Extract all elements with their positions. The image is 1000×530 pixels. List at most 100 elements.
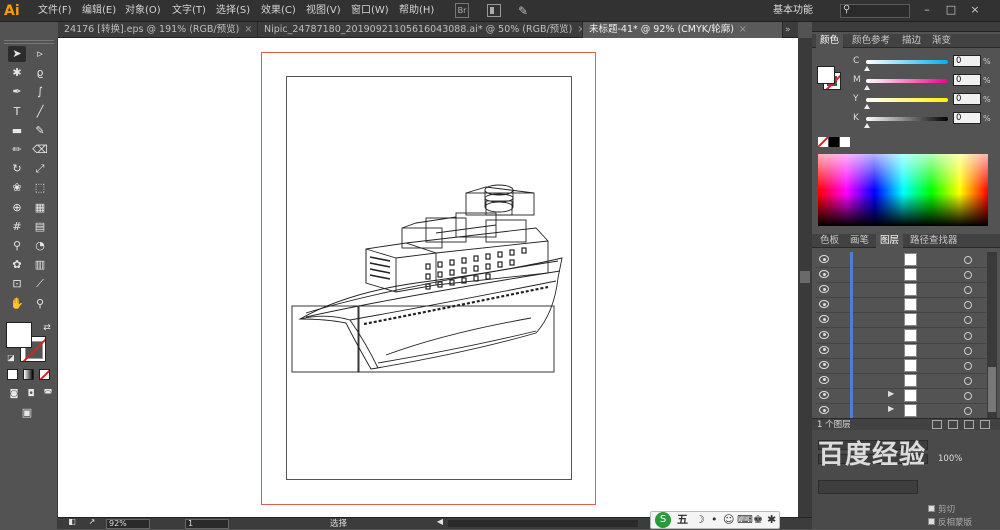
- ime-moon-icon[interactable]: ☽: [695, 512, 705, 528]
- arrange-documents-icon[interactable]: [487, 4, 501, 17]
- menu-effect[interactable]: 效果(C): [261, 0, 296, 22]
- target-circle-icon[interactable]: [964, 346, 972, 355]
- yellow-slider[interactable]: [866, 98, 948, 102]
- layer-row[interactable]: [816, 282, 986, 299]
- cyan-slider[interactable]: [866, 60, 948, 64]
- color-spectrum[interactable]: [818, 154, 988, 226]
- canvas-vertical-scrollbar[interactable]: [798, 38, 812, 517]
- scroll-thumb[interactable]: [800, 271, 810, 283]
- first-artboard-icon[interactable]: ◧: [66, 516, 78, 528]
- artboard-tool[interactable]: ⊡: [8, 276, 26, 292]
- ime-punct-icon[interactable]: •: [711, 512, 718, 528]
- rotate-tool[interactable]: ↻: [8, 161, 26, 177]
- document-canvas[interactable]: [58, 38, 798, 517]
- menu-help[interactable]: 帮助(H): [399, 0, 434, 22]
- layer-row[interactable]: [816, 327, 986, 344]
- layer-row[interactable]: [816, 267, 986, 284]
- tab-document-2[interactable]: Nipic_24787180_20190921105616043088.ai* …: [258, 22, 583, 38]
- visibility-eye-icon[interactable]: [819, 345, 829, 354]
- make-clipping-mask-icon[interactable]: [948, 420, 958, 429]
- target-circle-icon[interactable]: [964, 391, 972, 400]
- delete-layer-icon[interactable]: [980, 420, 990, 429]
- type-tool[interactable]: T: [8, 104, 26, 120]
- tab-document-3[interactable]: 未标题-41* @ 92% (CMYK/轮廓) ×: [583, 22, 783, 38]
- visibility-eye-icon[interactable]: [819, 375, 829, 384]
- ime-mode-label[interactable]: 五: [677, 512, 688, 528]
- layer-row[interactable]: [816, 357, 986, 374]
- layer-row[interactable]: ▶: [816, 403, 986, 419]
- column-graph-tool[interactable]: ▥: [31, 257, 49, 273]
- target-circle-icon[interactable]: [964, 316, 972, 325]
- magic-wand-tool[interactable]: ✱: [8, 65, 26, 81]
- selection-tool[interactable]: ➤: [8, 46, 26, 62]
- scale-tool[interactable]: ⤢: [31, 161, 49, 177]
- target-circle-icon[interactable]: [964, 256, 972, 264]
- layer-row[interactable]: [816, 252, 986, 268]
- workspace-switcher[interactable]: 基本功能: [773, 0, 813, 22]
- visibility-eye-icon[interactable]: [819, 285, 829, 294]
- expand-triangle-icon[interactable]: ▶: [888, 404, 894, 413]
- target-circle-icon[interactable]: [964, 407, 972, 415]
- invert-mask-checkbox[interactable]: [928, 518, 935, 525]
- direct-selection-tool[interactable]: ▹: [31, 46, 49, 62]
- tab-stroke[interactable]: 描边: [898, 34, 925, 48]
- tab-color-guide[interactable]: 颜色参考: [848, 34, 894, 48]
- eraser-tool[interactable]: ⌫: [31, 142, 49, 158]
- tab-swatches[interactable]: 色板: [816, 234, 843, 248]
- visibility-eye-icon[interactable]: [819, 300, 829, 309]
- draw-inside-icon[interactable]: ◚: [39, 386, 57, 402]
- tab-brushes[interactable]: 画笔: [846, 234, 873, 248]
- tab-color[interactable]: 颜色: [816, 34, 844, 48]
- tab-document-1[interactable]: 24176 [转换].eps @ 191% (RGB/预览) ×: [58, 22, 258, 38]
- tab-pathfinder[interactable]: 路径查找器: [906, 234, 962, 248]
- color-mode-icon[interactable]: [7, 369, 18, 380]
- black-value-field[interactable]: 0: [953, 112, 981, 124]
- target-circle-icon[interactable]: [964, 271, 972, 280]
- target-circle-icon[interactable]: [964, 376, 972, 385]
- layer-row[interactable]: [816, 312, 986, 329]
- layer-row[interactable]: [816, 372, 986, 389]
- ime-skin-icon[interactable]: ♚: [753, 512, 763, 528]
- visibility-eye-icon[interactable]: [819, 390, 829, 399]
- visibility-eye-icon[interactable]: [819, 315, 829, 324]
- yellow-value-field[interactable]: 0: [953, 93, 981, 105]
- menu-file[interactable]: 文件(F): [38, 0, 72, 22]
- menu-object[interactable]: 对象(O): [125, 0, 161, 22]
- ime-logo-icon[interactable]: S: [655, 512, 671, 528]
- visibility-eye-icon[interactable]: [819, 270, 829, 279]
- maximize-button[interactable]: □: [944, 3, 958, 17]
- menu-select[interactable]: 选择(S): [216, 0, 250, 22]
- tab-layers[interactable]: 图层: [876, 234, 904, 248]
- tab-close-icon[interactable]: ×: [244, 24, 252, 35]
- tab-close-icon[interactable]: ×: [739, 24, 747, 35]
- white-swatch[interactable]: [840, 137, 850, 147]
- pencil-tool[interactable]: ✏: [8, 142, 26, 158]
- new-layer-icon[interactable]: [964, 420, 974, 429]
- hand-tool[interactable]: ✋: [8, 296, 26, 312]
- perspective-grid-tool[interactable]: ▦: [31, 200, 49, 216]
- minimize-button[interactable]: –: [920, 3, 934, 17]
- warp-tool[interactable]: ❀: [8, 180, 26, 196]
- lasso-tool[interactable]: ϱ: [31, 65, 49, 81]
- menu-type[interactable]: 文字(T): [172, 0, 206, 22]
- tab-gradient[interactable]: 渐变: [928, 34, 955, 48]
- gpu-performance-icon[interactable]: ✎: [518, 4, 534, 18]
- free-transform-tool[interactable]: ⬚: [31, 180, 49, 196]
- magenta-value-field[interactable]: 0: [953, 74, 981, 86]
- draw-normal-icon[interactable]: ◙: [5, 386, 23, 402]
- target-circle-icon[interactable]: [964, 331, 972, 340]
- symbol-sprayer-tool[interactable]: ✿: [8, 257, 26, 273]
- status-tool-label[interactable]: 选择: [330, 518, 347, 530]
- bridge-icon[interactable]: Br: [455, 3, 469, 18]
- canvas-horizontal-scrollbar[interactable]: [448, 520, 638, 527]
- layers-scrollbar[interactable]: [987, 252, 997, 418]
- draw-behind-icon[interactable]: ◘: [22, 386, 40, 402]
- panel-dock-header[interactable]: [812, 22, 1000, 32]
- input-method-toolbar[interactable]: S 五 ☽ • ☺ ⌨ ♚ ✱: [650, 511, 780, 529]
- scroll-left-icon[interactable]: ◀: [435, 516, 445, 528]
- cyan-slider-knob[interactable]: [864, 66, 870, 71]
- slice-tool[interactable]: ⟋: [31, 276, 49, 292]
- menu-window[interactable]: 窗口(W): [351, 0, 389, 22]
- target-circle-icon[interactable]: [964, 286, 972, 295]
- black-slider[interactable]: [866, 117, 948, 121]
